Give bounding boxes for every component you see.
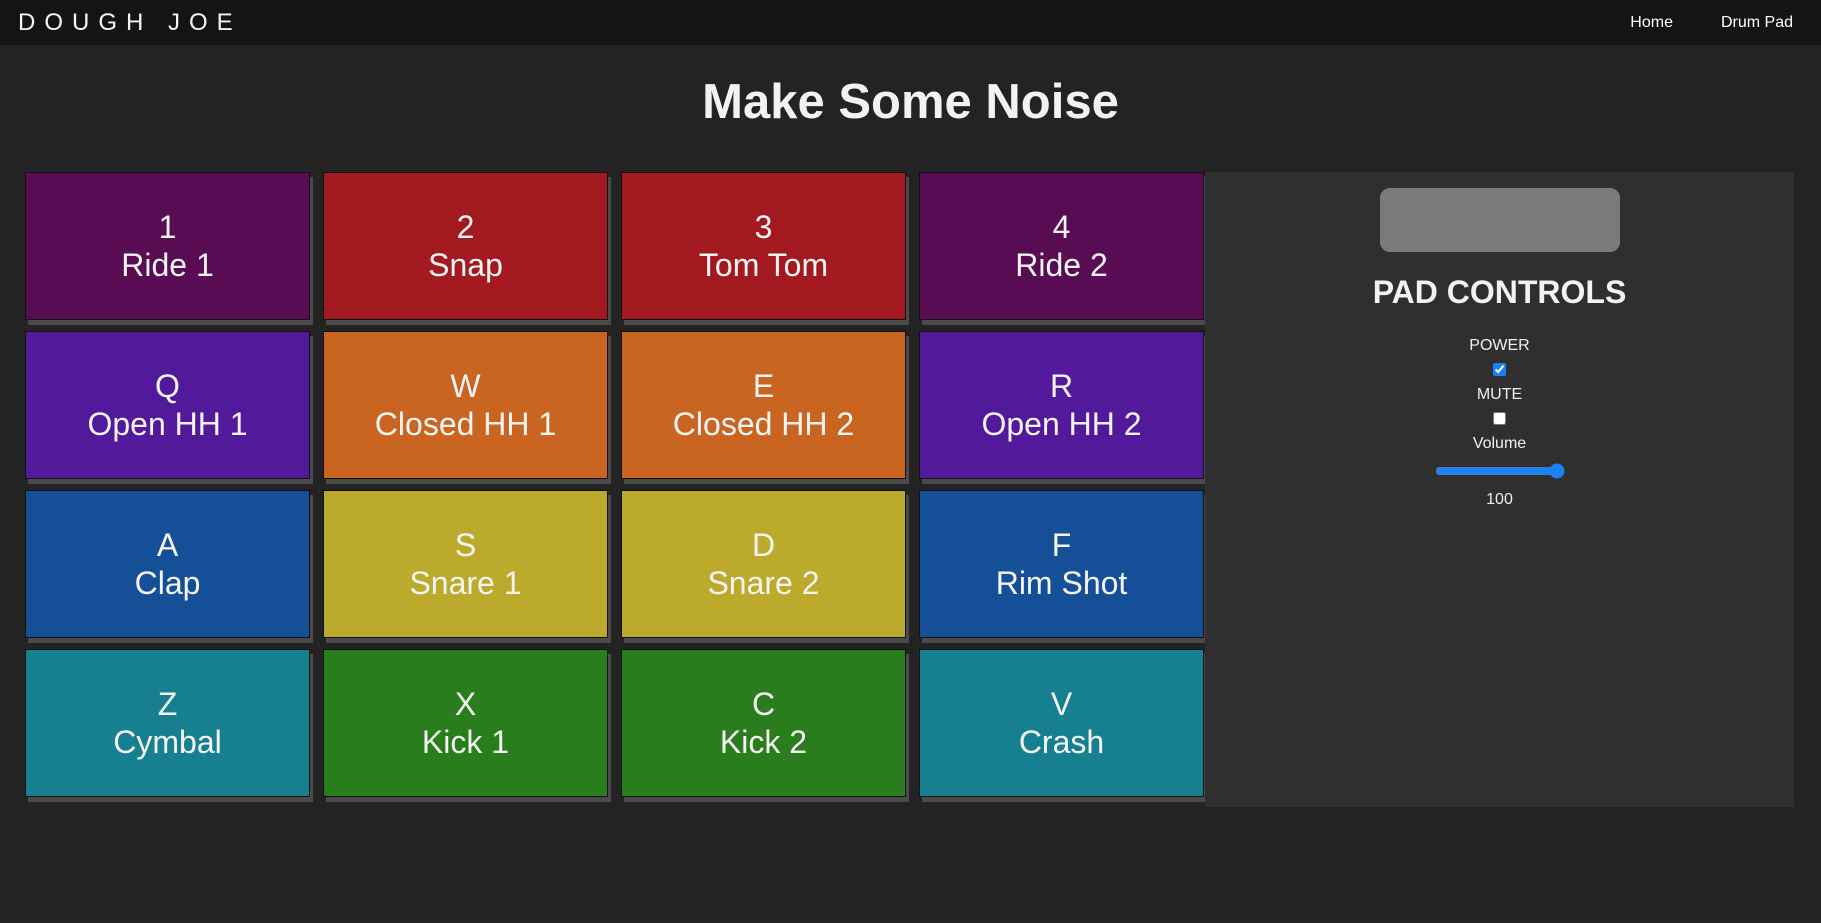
pad-controls-title: PAD CONTROLS [1372,274,1627,310]
drum-pad-key: 4 [1052,209,1071,245]
drum-pad-key: 1 [158,209,177,245]
drum-pad-sound-name: Snare 1 [409,565,522,601]
power-label: POWER [1469,337,1530,354]
drum-pad-key: A [156,527,179,563]
drum-pad-sound-name: Crash [1018,724,1105,760]
drum-pad-grid: 1 Ride 1 2 Snap 3 Tom Tom 4 Ride 2 Q Open HH 1 W Cl… [25,172,1205,804]
drum-pad-key: W [450,368,481,404]
drum-pad-sound-name: Closed HH 1 [374,406,557,442]
drum-pad-c[interactable]: C Kick 2 [621,649,906,797]
drum-pad-sound-name: Ride 2 [1015,247,1108,283]
drum-pad-a[interactable]: A Clap [25,490,310,638]
drum-pad-v[interactable]: V Crash [919,649,1204,797]
drum-pad-key: S [454,527,477,563]
volume-label: Volume [1472,435,1527,452]
volume-value: 100 [1486,491,1513,508]
brand-logo[interactable]: DOUGH JOE [18,9,242,37]
nav-link-home[interactable]: Home [1630,14,1673,32]
drum-pad-sound-name: Kick 1 [421,724,510,760]
pad-controls-panel: PAD CONTROLS POWER MUTE Volume 100 [1205,172,1794,807]
drum-pad-w[interactable]: W Closed HH 1 [323,331,608,479]
drum-pad-q[interactable]: Q Open HH 1 [25,331,310,479]
drum-pad-key: 3 [754,209,773,245]
drum-pad-sound-name: Rim Shot [995,565,1128,601]
drum-pad-e[interactable]: E Closed HH 2 [621,331,906,479]
drum-pad-d[interactable]: D Snare 2 [621,490,906,638]
drum-pad-key: F [1051,527,1072,563]
drum-pad-key: Z [157,686,178,722]
mute-checkbox[interactable] [1493,412,1506,425]
drum-pad-key: X [454,686,477,722]
drum-pad-key: V [1050,686,1073,722]
drum-pad-key: Q [155,368,180,404]
drum-pad-key: D [751,527,776,563]
drum-pad-key: R [1049,368,1074,404]
drum-pad-4[interactable]: 4 Ride 2 [919,172,1204,320]
nav-links: Home Drum Pad [1630,14,1793,32]
mute-label: MUTE [1476,386,1523,403]
sound-display [1379,188,1620,252]
drum-pad-sound-name: Clap [134,565,201,601]
drum-pad-1[interactable]: 1 Ride 1 [25,172,310,320]
drum-pad-sound-name: Ride 1 [121,247,214,283]
drum-pad-sound-name: Tom Tom [698,247,829,283]
drum-pad-sound-name: Open HH 2 [981,406,1142,442]
drum-pad-sound-name: Kick 2 [719,724,808,760]
drum-pad-key: 2 [456,209,475,245]
drum-pad-f[interactable]: F Rim Shot [919,490,1204,638]
drum-pad-sound-name: Cymbal [113,724,222,760]
drum-pad-key: C [751,686,776,722]
drum-pad-2[interactable]: 2 Snap [323,172,608,320]
drum-pad-s[interactable]: S Snare 1 [323,490,608,638]
drum-pad-3[interactable]: 3 Tom Tom [621,172,906,320]
drum-pad-z[interactable]: Z Cymbal [25,649,310,797]
drum-pad-sound-name: Open HH 1 [87,406,248,442]
navbar: DOUGH JOE Home Drum Pad [0,0,1821,45]
nav-link-drum-pad[interactable]: Drum Pad [1721,14,1793,32]
drum-pad-sound-name: Snap [428,247,503,283]
drum-pad-key: E [752,368,775,404]
drum-pad-sound-name: Snare 2 [707,565,820,601]
volume-slider[interactable] [1434,463,1565,479]
drum-pad-x[interactable]: X Kick 1 [323,649,608,797]
drum-pad-sound-name: Closed HH 2 [672,406,855,442]
drum-pad-r[interactable]: R Open HH 2 [919,331,1204,479]
page-title: Make Some Noise [702,75,1119,129]
power-checkbox[interactable] [1493,363,1506,376]
